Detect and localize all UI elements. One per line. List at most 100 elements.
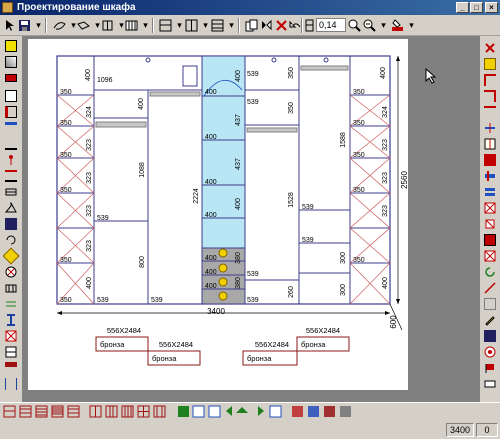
drawer-icon[interactable]: [5, 186, 17, 198]
diagonal-line-icon[interactable]: [484, 282, 496, 294]
cross-circle-icon[interactable]: [5, 266, 17, 278]
dimension-label: 350: [60, 187, 72, 194]
double-rail-icon[interactable]: [5, 170, 17, 182]
profile-icon[interactable]: [5, 314, 17, 326]
bottom-tool-10: [153, 405, 166, 418]
red-box-icon[interactable]: [484, 234, 496, 246]
hanging-rail-3: [246, 127, 298, 133]
copy-icon[interactable]: [244, 18, 259, 33]
net-icon[interactable]: [484, 202, 496, 214]
dimension-label: 323: [382, 139, 389, 151]
toolbar-separator: [45, 18, 47, 33]
rotate-right-icon[interactable]: [484, 266, 496, 278]
cross-box-icon[interactable]: [484, 250, 496, 262]
top-edge-icon[interactable]: [484, 106, 496, 118]
lasso-icon[interactable]: [52, 18, 67, 33]
dimension-label: 1096: [97, 77, 113, 84]
dimension-label: 400: [235, 70, 242, 82]
close-button[interactable]: ×: [485, 2, 498, 13]
delete-icon[interactable]: [274, 18, 289, 33]
color-dropdown-icon[interactable]: ▾: [404, 18, 419, 33]
dimension-label: 437: [235, 158, 242, 170]
rotate-icon[interactable]: [5, 234, 17, 246]
eraser-icon[interactable]: [484, 378, 496, 390]
empty-frame-icon[interactable]: [484, 298, 496, 310]
layers-icon[interactable]: [100, 18, 115, 33]
frame-triple-icon[interactable]: [210, 18, 225, 33]
box-icon[interactable]: [5, 90, 17, 102]
pen-icon[interactable]: [484, 314, 496, 326]
dark-block-icon[interactable]: [5, 218, 17, 230]
blue-rail-icon[interactable]: [484, 170, 496, 182]
red-bar-icon[interactable]: [5, 362, 17, 367]
frame-double-icon[interactable]: [184, 18, 199, 33]
pointer-icon[interactable]: [2, 18, 17, 33]
yellow-panel-icon[interactable]: [5, 40, 17, 52]
dimension-label: 350: [60, 257, 72, 264]
dimension-label: 400: [380, 67, 387, 79]
dark-fill-icon[interactable]: [484, 330, 496, 342]
mirror-icon[interactable]: [259, 18, 274, 33]
save-dropdown-icon[interactable]: ▾: [31, 18, 46, 33]
corner-red-right-icon[interactable]: [484, 90, 496, 102]
bottom-tool-arrow-left: [226, 406, 232, 416]
slanted-panel-icon[interactable]: [5, 56, 17, 68]
flag-icon[interactable]: [484, 362, 496, 374]
close-x-icon[interactable]: [484, 42, 496, 54]
frame-triple-dropdown-icon[interactable]: ▾: [224, 18, 239, 33]
door-3-size: 556X2484: [255, 340, 289, 349]
drawing-sheet[interactable]: 3400 2560 600 400 1096 400 400 400 539 3…: [28, 39, 409, 390]
save-icon[interactable]: [17, 18, 32, 33]
add-shelf-icon[interactable]: [484, 122, 496, 134]
app-icon: [2, 2, 13, 13]
basket-icon[interactable]: [5, 282, 17, 294]
red-shelf-icon[interactable]: [5, 74, 17, 82]
dimension-label: 323: [86, 172, 93, 184]
door-1-size: 556X2484: [107, 326, 141, 335]
shape-icon[interactable]: [76, 18, 91, 33]
split-icon[interactable]: [484, 138, 496, 150]
left-panel-icon[interactable]: [5, 106, 17, 118]
color-icon[interactable]: [390, 18, 405, 33]
wardrobe-drawing: 3400 2560 600 400 1096 400 400 400 539 3…: [56, 55, 409, 366]
dimension-label: 400: [382, 277, 389, 289]
top-rail-icon[interactable]: [5, 122, 17, 134]
zoom-dropdown-icon[interactable]: ▾: [376, 18, 391, 33]
drawer-knob: [218, 248, 228, 258]
frame-single-icon[interactable]: [158, 18, 173, 33]
dimension-label: 539: [247, 271, 259, 278]
dimension-label: 323: [86, 240, 93, 252]
grid-icon[interactable]: [124, 18, 139, 33]
bottom-tool-7: [105, 405, 118, 418]
mesh-icon[interactable]: [5, 330, 17, 342]
door-panels: 556X2484 бронза 556X2484 бронза 556X2484…: [95, 326, 350, 366]
vertical-divider-icon[interactable]: [5, 378, 17, 390]
net-small-icon[interactable]: [484, 218, 496, 230]
dimension-label: 400: [205, 283, 217, 290]
zoom-input[interactable]: 0,14: [316, 18, 346, 32]
toolbar-separator: [152, 18, 154, 33]
dimension-label: 539: [302, 204, 314, 211]
right-toolbar: [480, 36, 500, 402]
target-icon[interactable]: [484, 346, 496, 358]
maximize-button[interactable]: □: [470, 2, 483, 13]
pin-icon[interactable]: [5, 154, 17, 166]
dimension-label: 400: [205, 179, 217, 186]
zoom-fit-icon[interactable]: [362, 18, 377, 33]
shoe-rack-icon[interactable]: [5, 298, 17, 310]
line-icon[interactable]: [5, 138, 17, 150]
red-fill-icon[interactable]: [484, 154, 496, 166]
cabinet-icon[interactable]: [302, 18, 317, 33]
corner-red-icon[interactable]: [484, 74, 496, 86]
hanger-icon[interactable]: [4, 201, 17, 214]
double-shelf-icon[interactable]: [484, 186, 496, 198]
grid-dropdown-icon[interactable]: ▾: [138, 18, 153, 33]
dimension-label: 380: [235, 277, 242, 289]
hanging-rail-4: [300, 65, 349, 71]
fill-yellow-icon[interactable]: [484, 58, 496, 70]
corner-icon[interactable]: [5, 346, 17, 358]
door-2-material: бронза: [152, 354, 177, 363]
minimize-button[interactable]: _: [456, 2, 469, 13]
diamond-icon[interactable]: [2, 247, 20, 265]
zoom-in-icon[interactable]: [347, 18, 362, 33]
